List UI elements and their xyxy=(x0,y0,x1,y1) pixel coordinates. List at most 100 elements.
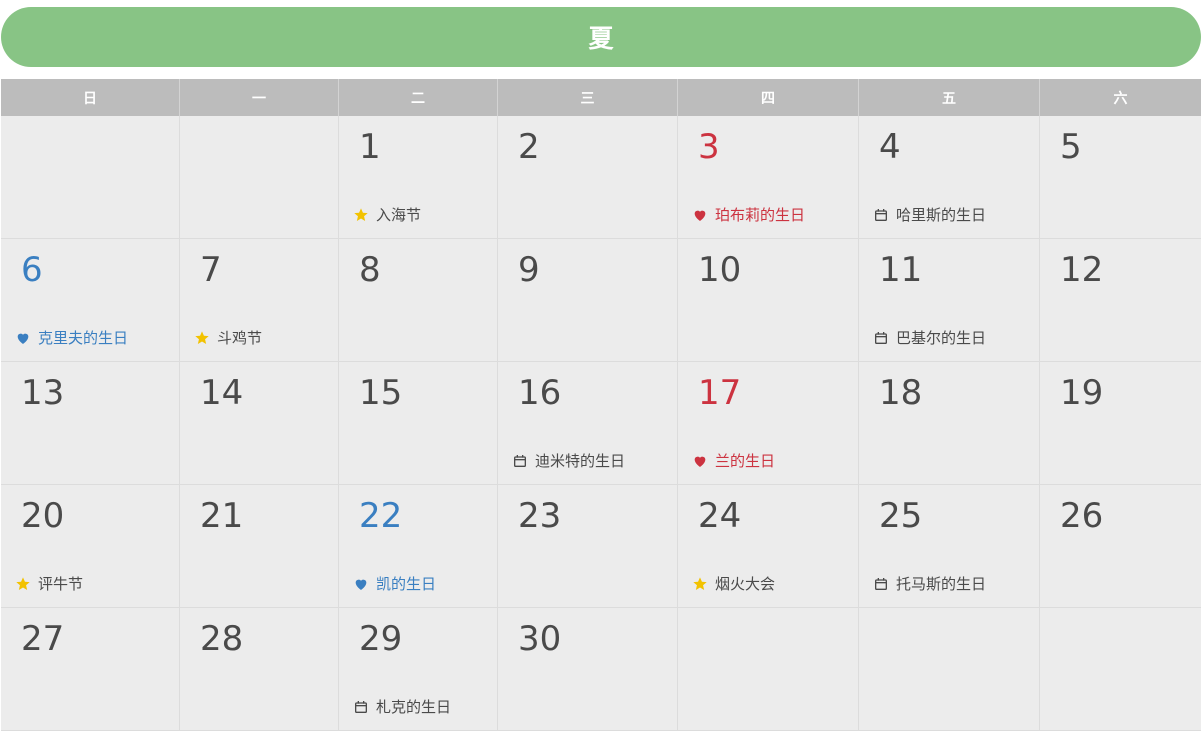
event-label[interactable]: 珀布莉的生日 xyxy=(691,204,805,225)
weekday-sat: 六 xyxy=(1113,90,1128,107)
empty-cell xyxy=(1,116,180,239)
day-number: 27 xyxy=(21,619,65,659)
day-cell[interactable]: 29 札克的生日 xyxy=(339,608,498,731)
event-text: 札克的生日 xyxy=(376,698,452,716)
event-label[interactable]: 入海节 xyxy=(352,204,421,225)
weekday-header-row: 日 一 二 三 四 五 六 xyxy=(1,79,1201,116)
day-cell[interactable]: 25 托马斯的生日 xyxy=(859,485,1040,608)
weekday-tue: 二 xyxy=(339,79,498,116)
empty-cell xyxy=(678,608,859,731)
season-header: 夏 xyxy=(1,7,1201,67)
day-cell[interactable]: 2 xyxy=(498,116,678,239)
star-icon xyxy=(691,575,708,592)
day-number: 14 xyxy=(200,373,244,413)
event-text: 凯的生日 xyxy=(376,575,437,593)
event-text: 哈里斯的生日 xyxy=(896,206,987,224)
day-number: 24 xyxy=(698,496,742,536)
season-title: 夏 xyxy=(588,24,614,53)
weekday-sun: 日 xyxy=(1,79,180,116)
day-number: 23 xyxy=(518,496,562,536)
event-text: 兰的生日 xyxy=(715,452,776,470)
event-label[interactable]: 巴基尔的生日 xyxy=(872,327,986,348)
day-cell[interactable]: 9 xyxy=(498,239,678,362)
day-cell[interactable]: 8 xyxy=(339,239,498,362)
day-cell[interactable]: 24 烟火大会 xyxy=(678,485,859,608)
day-cell[interactable]: 10 xyxy=(678,239,859,362)
day-number: 3 xyxy=(698,127,720,167)
day-cell[interactable]: 22 凯的生日 xyxy=(339,485,498,608)
event-label[interactable]: 迪米特的生日 xyxy=(511,450,625,471)
event-text: 克里夫的生日 xyxy=(38,329,129,347)
weekday-fri: 五 xyxy=(859,79,1040,116)
day-number: 29 xyxy=(359,619,403,659)
event-label[interactable]: 克里夫的生日 xyxy=(14,327,128,348)
day-cell[interactable]: 16 迪米特的生日 xyxy=(498,362,678,485)
day-cell[interactable]: 7 斗鸡节 xyxy=(180,239,339,362)
day-cell[interactable]: 15 xyxy=(339,362,498,485)
day-number: 26 xyxy=(1060,496,1104,536)
day-cell[interactable]: 4 哈里斯的生日 xyxy=(859,116,1040,239)
day-cell[interactable]: 30 xyxy=(498,608,678,731)
day-cell[interactable]: 20 评牛节 xyxy=(1,485,180,608)
calendar-icon xyxy=(352,698,369,715)
day-cell[interactable]: 27 xyxy=(1,608,180,731)
day-cell[interactable]: 23 xyxy=(498,485,678,608)
day-cell[interactable]: 11 巴基尔的生日 xyxy=(859,239,1040,362)
empty-cell xyxy=(1040,608,1201,731)
day-number: 4 xyxy=(879,127,901,167)
star-icon xyxy=(14,575,31,592)
day-cell[interactable]: 12 xyxy=(1040,239,1201,362)
day-number: 11 xyxy=(879,250,923,290)
calendar-grid: 1 入海节 2 3 珀布莉的生日 4 哈里斯的生日 5 6 克里夫的生日 7 斗鸡节 8 9 10 11 巴基尔… xyxy=(1,116,1201,731)
event-label[interactable]: 斗鸡节 xyxy=(193,327,262,348)
day-number: 21 xyxy=(200,496,244,536)
day-number: 16 xyxy=(518,373,562,413)
day-cell[interactable]: 5 xyxy=(1040,116,1201,239)
event-label[interactable]: 兰的生日 xyxy=(691,450,775,471)
event-text: 斗鸡节 xyxy=(217,329,263,347)
event-label[interactable]: 托马斯的生日 xyxy=(872,573,986,594)
day-number: 18 xyxy=(879,373,923,413)
day-number: 12 xyxy=(1060,250,1104,290)
day-number: 25 xyxy=(879,496,923,536)
day-cell[interactable]: 28 xyxy=(180,608,339,731)
day-cell[interactable]: 26 xyxy=(1040,485,1201,608)
event-label[interactable]: 札克的生日 xyxy=(352,696,451,717)
event-text: 巴基尔的生日 xyxy=(896,329,987,347)
heart-icon xyxy=(691,452,708,469)
day-number: 19 xyxy=(1060,373,1104,413)
day-number: 5 xyxy=(1060,127,1082,167)
calendar-icon xyxy=(872,575,889,592)
day-cell[interactable]: 14 xyxy=(180,362,339,485)
event-text: 珀布莉的生日 xyxy=(715,206,806,224)
empty-cell xyxy=(859,608,1040,731)
event-label[interactable]: 凯的生日 xyxy=(352,573,436,594)
calendar-icon xyxy=(511,452,528,469)
day-number: 10 xyxy=(698,250,742,290)
day-number: 15 xyxy=(359,373,403,413)
day-number: 8 xyxy=(359,250,381,290)
day-number: 13 xyxy=(21,373,65,413)
day-cell[interactable]: 13 xyxy=(1,362,180,485)
day-cell[interactable]: 21 xyxy=(180,485,339,608)
day-number: 20 xyxy=(21,496,65,536)
day-cell[interactable]: 1 入海节 xyxy=(339,116,498,239)
event-label[interactable]: 哈里斯的生日 xyxy=(872,204,986,225)
event-label[interactable]: 烟火大会 xyxy=(691,573,775,594)
day-cell[interactable]: 17 兰的生日 xyxy=(678,362,859,485)
day-number: 6 xyxy=(21,250,43,290)
day-cell[interactable]: 6 克里夫的生日 xyxy=(1,239,180,362)
day-cell[interactable]: 19 xyxy=(1040,362,1201,485)
star-icon xyxy=(193,329,210,346)
day-number: 7 xyxy=(200,250,222,290)
heart-icon xyxy=(14,329,31,346)
day-cell[interactable]: 3 珀布莉的生日 xyxy=(678,116,859,239)
event-label[interactable]: 评牛节 xyxy=(14,573,83,594)
event-text: 烟火大会 xyxy=(715,575,776,593)
weekday-thu: 四 xyxy=(678,79,859,116)
event-text: 迪米特的生日 xyxy=(535,452,626,470)
calendar-icon xyxy=(872,329,889,346)
calendar-icon xyxy=(872,206,889,223)
day-cell[interactable]: 18 xyxy=(859,362,1040,485)
day-number: 2 xyxy=(518,127,540,167)
